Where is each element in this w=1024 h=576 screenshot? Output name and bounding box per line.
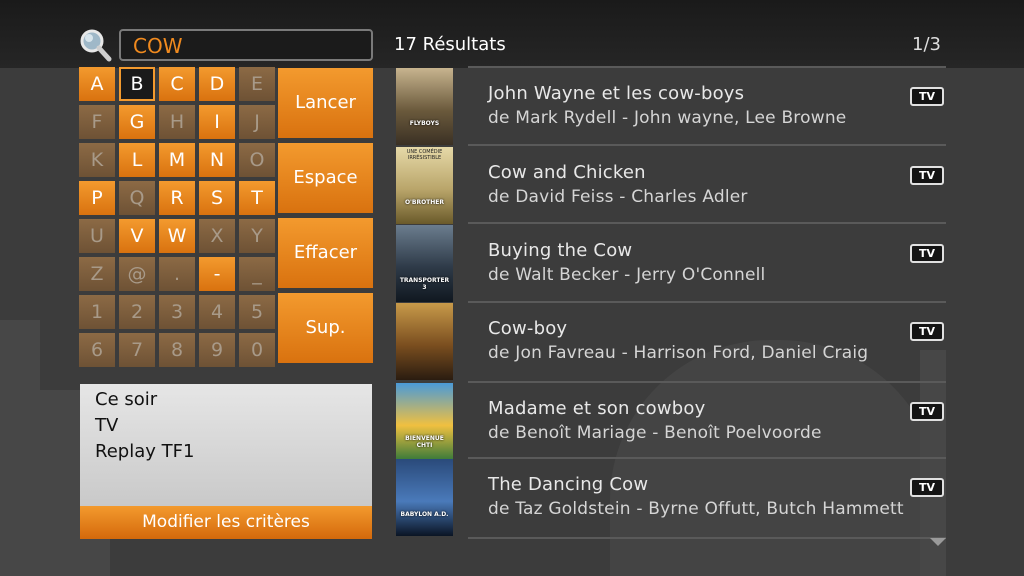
tv-badge: TV [910, 322, 944, 341]
row-divider [468, 381, 946, 383]
result-title: Buying the Cow [488, 240, 633, 261]
results-count: 17 Résultats [394, 34, 506, 55]
key-r[interactable]: R [159, 181, 195, 215]
key-dot[interactable]: . [159, 257, 195, 291]
poster-title-text: TRANSPORTER 3 [399, 277, 450, 291]
criteria-item-replay[interactable]: Replay TF1 [95, 441, 194, 462]
key-1[interactable]: 1 [79, 295, 115, 329]
key-h[interactable]: H [159, 105, 195, 139]
key-8[interactable]: 8 [159, 333, 195, 367]
key-f[interactable]: F [79, 105, 115, 139]
key-b[interactable]: B [119, 67, 155, 101]
poster-thumbnail[interactable]: TRANSPORTER 3 [396, 225, 453, 302]
row-divider [468, 144, 946, 146]
result-credits: de Walt Becker - Jerry O'Connell [488, 265, 766, 285]
poster-title-text: BABYLON A.D. [400, 511, 449, 518]
key-a[interactable]: A [79, 67, 115, 101]
key-v[interactable]: V [119, 219, 155, 253]
page-indicator: 1/3 [912, 34, 941, 55]
tv-badge: TV [910, 87, 944, 106]
result-credits: de Taz Goldstein - Byrne Offutt, Butch H… [488, 499, 904, 519]
key-w[interactable]: W [159, 219, 195, 253]
key-6[interactable]: 6 [79, 333, 115, 367]
row-divider [468, 537, 946, 539]
poster-thumbnail[interactable]: BIENVENUE CHTI [396, 383, 453, 460]
key-l[interactable]: L [119, 143, 155, 177]
space-button[interactable]: Espace [278, 143, 373, 213]
key-q[interactable]: Q [119, 181, 155, 215]
row-divider [468, 457, 946, 459]
launch-button[interactable]: Lancer [278, 68, 373, 138]
result-title: Madame et son cowboy [488, 398, 706, 419]
key-7[interactable]: 7 [119, 333, 155, 367]
key-underscore[interactable]: _ [239, 257, 275, 291]
poster-thumbnail[interactable]: FLYBOYS [396, 68, 453, 145]
clear-button[interactable]: Effacer [278, 218, 373, 288]
criteria-item-tv[interactable]: TV [95, 415, 118, 436]
key-m[interactable]: M [159, 143, 195, 177]
key-d[interactable]: D [199, 67, 235, 101]
key-o[interactable]: O [239, 143, 275, 177]
tv-badge: TV [910, 166, 944, 185]
key-2[interactable]: 2 [119, 295, 155, 329]
tv-badge: TV [910, 478, 944, 497]
row-divider [468, 301, 946, 303]
key-4[interactable]: 4 [199, 295, 235, 329]
scroll-down-arrow-icon[interactable] [930, 538, 946, 546]
result-credits: de Jon Favreau - Harrison Ford, Daniel C… [488, 343, 869, 363]
key-j[interactable]: J [239, 105, 275, 139]
key-x[interactable]: X [199, 219, 235, 253]
key-at[interactable]: @ [119, 257, 155, 291]
result-credits: de Mark Rydell - John wayne, Lee Browne [488, 108, 847, 128]
key-k[interactable]: K [79, 143, 115, 177]
key-c[interactable]: C [159, 67, 195, 101]
key-g[interactable]: G [119, 105, 155, 139]
result-title: John Wayne et les cow-boys [488, 83, 745, 104]
key-i[interactable]: I [199, 105, 235, 139]
key-t[interactable]: T [239, 181, 275, 215]
key-p[interactable]: P [79, 181, 115, 215]
poster-title-text: FLYBOYS [409, 120, 440, 127]
key-5[interactable]: 5 [239, 295, 275, 329]
key-y[interactable]: Y [239, 219, 275, 253]
result-title: Cow and Chicken [488, 162, 646, 183]
poster-tagline: UNE COMÉDIE IRRÉSISTIBLE [406, 149, 443, 161]
delete-button[interactable]: Sup. [278, 293, 373, 363]
result-credits: de Benoît Mariage - Benoît Poelvoorde [488, 423, 822, 443]
result-credits: de David Feiss - Charles Adler [488, 187, 748, 207]
key-u[interactable]: U [79, 219, 115, 253]
key-e[interactable]: E [239, 67, 275, 101]
tv-badge: TV [910, 402, 944, 421]
criteria-panel: Ce soir TV Replay TF1 [80, 384, 372, 506]
poster-thumbnail[interactable]: BABYLON A.D. [396, 459, 453, 536]
poster-thumbnail[interactable] [396, 303, 453, 380]
key-z[interactable]: Z [79, 257, 115, 291]
search-icon[interactable] [78, 28, 112, 62]
tv-badge: TV [910, 244, 944, 263]
poster-thumbnail[interactable]: UNE COMÉDIE IRRÉSISTIBLE O'BROTHER [396, 147, 453, 224]
key-n[interactable]: N [199, 143, 235, 177]
poster-title-text: O'BROTHER [404, 199, 445, 206]
key-dash[interactable]: - [199, 257, 235, 291]
key-0[interactable]: 0 [239, 333, 275, 367]
criteria-item-tonight[interactable]: Ce soir [95, 389, 157, 410]
key-s[interactable]: S [199, 181, 235, 215]
row-divider [468, 66, 946, 68]
row-divider [468, 222, 946, 224]
result-title: Cow-boy [488, 318, 568, 339]
key-9[interactable]: 9 [199, 333, 235, 367]
search-input[interactable]: COW [119, 29, 373, 61]
key-3[interactable]: 3 [159, 295, 195, 329]
result-title: The Dancing Cow [488, 474, 649, 495]
modify-criteria-button[interactable]: Modifier les critères [80, 506, 372, 539]
poster-title-text: BIENVENUE CHTI [405, 435, 444, 449]
